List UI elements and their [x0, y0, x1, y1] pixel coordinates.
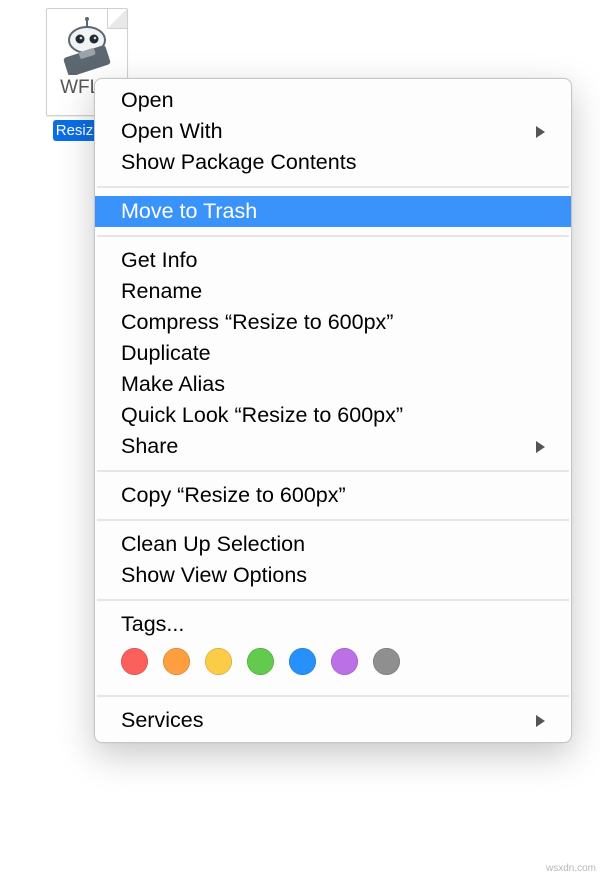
menu-item-open-with[interactable]: Open With — [95, 116, 571, 147]
watermark: wsxdn.com — [546, 863, 596, 874]
menu-separator — [97, 599, 569, 601]
menu-separator — [97, 470, 569, 472]
menu-item-label: Show View Options — [121, 563, 307, 588]
menu-separator — [97, 519, 569, 521]
menu-item-label: Open — [121, 88, 174, 113]
menu-item-label: Compress “Resize to 600px” — [121, 310, 393, 335]
menu-item-services[interactable]: Services — [95, 705, 571, 736]
menu-item-label: Tags... — [121, 612, 184, 637]
menu-item-label: Rename — [121, 279, 202, 304]
tag-color-dot[interactable] — [163, 648, 190, 675]
menu-item-label: Get Info — [121, 248, 198, 273]
menu-item-copy-resize-to-600px[interactable]: Copy “Resize to 600px” — [95, 480, 571, 511]
menu-item-label: Open With — [121, 119, 223, 144]
tags-row — [95, 640, 571, 687]
menu-item-label: Clean Up Selection — [121, 532, 305, 557]
menu-item-label: Show Package Contents — [121, 150, 356, 175]
menu-item-label: Share — [121, 434, 178, 459]
menu-item-label: Move to Trash — [121, 199, 257, 224]
tag-color-dot[interactable] — [121, 648, 148, 675]
context-menu: Open Open With Show Package Contents Move t… — [94, 78, 572, 743]
tag-color-dot[interactable] — [331, 648, 358, 675]
menu-item-rename[interactable]: Rename — [95, 276, 571, 307]
menu-item-make-alias[interactable]: Make Alias — [95, 369, 571, 400]
automator-robot-icon — [57, 15, 117, 75]
menu-item-show-package-contents[interactable]: Show Package Contents — [95, 147, 571, 178]
tag-color-dot[interactable] — [247, 648, 274, 675]
menu-separator — [97, 186, 569, 188]
menu-item-open[interactable]: Open — [95, 85, 571, 116]
menu-item-share[interactable]: Share — [95, 431, 571, 462]
menu-item-label: Copy “Resize to 600px” — [121, 483, 346, 508]
menu-item-move-to-trash[interactable]: Move to Trash — [95, 196, 571, 227]
menu-separator — [97, 235, 569, 237]
menu-item-clean-up-selection[interactable]: Clean Up Selection — [95, 529, 571, 560]
chevron-right-icon — [536, 715, 545, 727]
menu-item-get-info[interactable]: Get Info — [95, 245, 571, 276]
tag-color-dot[interactable] — [289, 648, 316, 675]
tag-color-dot[interactable] — [205, 648, 232, 675]
menu-item-label: Make Alias — [121, 372, 225, 397]
menu-item-duplicate[interactable]: Duplicate — [95, 338, 571, 369]
tag-color-dot[interactable] — [373, 648, 400, 675]
menu-item-show-view-options[interactable]: Show View Options — [95, 560, 571, 591]
menu-item-compress-resize-to-600px[interactable]: Compress “Resize to 600px” — [95, 307, 571, 338]
menu-item-label: Services — [121, 708, 203, 733]
menu-item-tags[interactable]: Tags... — [95, 609, 571, 640]
chevron-right-icon — [536, 126, 545, 138]
menu-item-quick-look-resize-to-600px[interactable]: Quick Look “Resize to 600px” — [95, 400, 571, 431]
chevron-right-icon — [536, 441, 545, 453]
menu-separator — [97, 695, 569, 697]
menu-item-label: Duplicate — [121, 341, 211, 366]
menu-item-label: Quick Look “Resize to 600px” — [121, 403, 403, 428]
